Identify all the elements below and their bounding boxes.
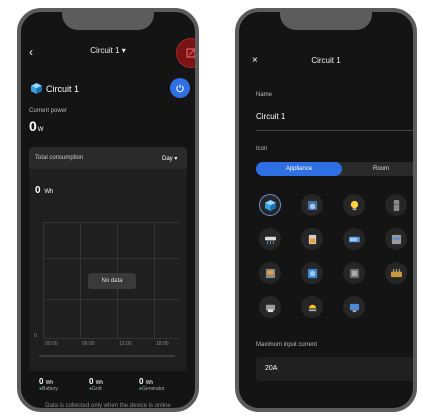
edit-icon[interactable] [176,38,195,68]
air-conditioner-icon[interactable] [259,228,281,250]
oven-icon[interactable] [301,228,323,250]
power-icon [176,84,184,93]
computer-icon[interactable] [343,296,365,318]
consumption-title: Total consumption [35,155,84,161]
icon-label: Icon [256,146,268,152]
x-tick: 00:00 [45,341,58,347]
phone-notch [280,12,372,30]
washer-icon[interactable] [301,194,323,216]
range-selector[interactable]: Day ▾ [162,155,177,162]
tab-room[interactable]: Room [342,162,413,176]
footer-note: Data is collected only when the device i… [45,403,171,409]
stat-battery: 0 Wh ●Battery [39,377,58,392]
phone-left: ‹ Circuit 1 ▾ Circuit 1 Current power 0W… [17,8,199,412]
lamp-icon[interactable] [301,296,323,318]
max-input-selector[interactable] [256,357,413,381]
confirm-icon[interactable]: ✓ [415,54,417,65]
phone-right: × Circuit 1 ✓ Name Circuit 1 Icon Applia… [235,8,417,412]
circuit-selector[interactable]: Circuit 1 ▾ [21,46,195,55]
page-title: Circuit 1 [311,56,341,65]
y-tick: 0 [34,333,37,339]
cube-icon[interactable] [259,194,281,216]
cube-icon [31,83,42,94]
microwave-icon[interactable] [259,262,281,284]
name-field[interactable]: Circuit 1 [256,112,285,121]
fridge-icon[interactable] [385,194,407,216]
x-tick: 18:00 [156,341,169,347]
name-label: Name [256,92,273,98]
device-name: Circuit 1 [46,84,80,94]
x-tick: 12:00 [119,341,132,347]
dishwasher-icon[interactable] [343,262,365,284]
phone-notch [62,12,154,30]
max-input-label: Maximum input current [256,342,318,348]
power-button[interactable] [170,78,190,98]
current-power-label: Current power [29,108,68,114]
monitor-icon[interactable] [385,228,407,250]
chevron-right-icon: › [413,364,416,371]
current-power-value: 0W [29,118,44,134]
tv-icon[interactable] [343,228,365,250]
stat-generator: 0 Wh ●Generator [139,377,165,392]
dryer-icon[interactable] [301,262,323,284]
max-input-value: 20A [265,365,278,372]
no-data-badge: No data [88,273,136,289]
chart-scrollbar[interactable] [39,355,175,357]
heater-icon[interactable] [385,262,407,284]
consumption-value: 0 Wh [35,185,54,196]
tab-appliance[interactable]: Appliance [256,162,342,176]
stat-grid: 0 Wh ●Grid [89,377,104,392]
bulb-icon[interactable] [343,194,365,216]
x-tick: 06:00 [82,341,95,347]
printer-icon[interactable] [259,296,281,318]
name-underline [256,130,413,131]
